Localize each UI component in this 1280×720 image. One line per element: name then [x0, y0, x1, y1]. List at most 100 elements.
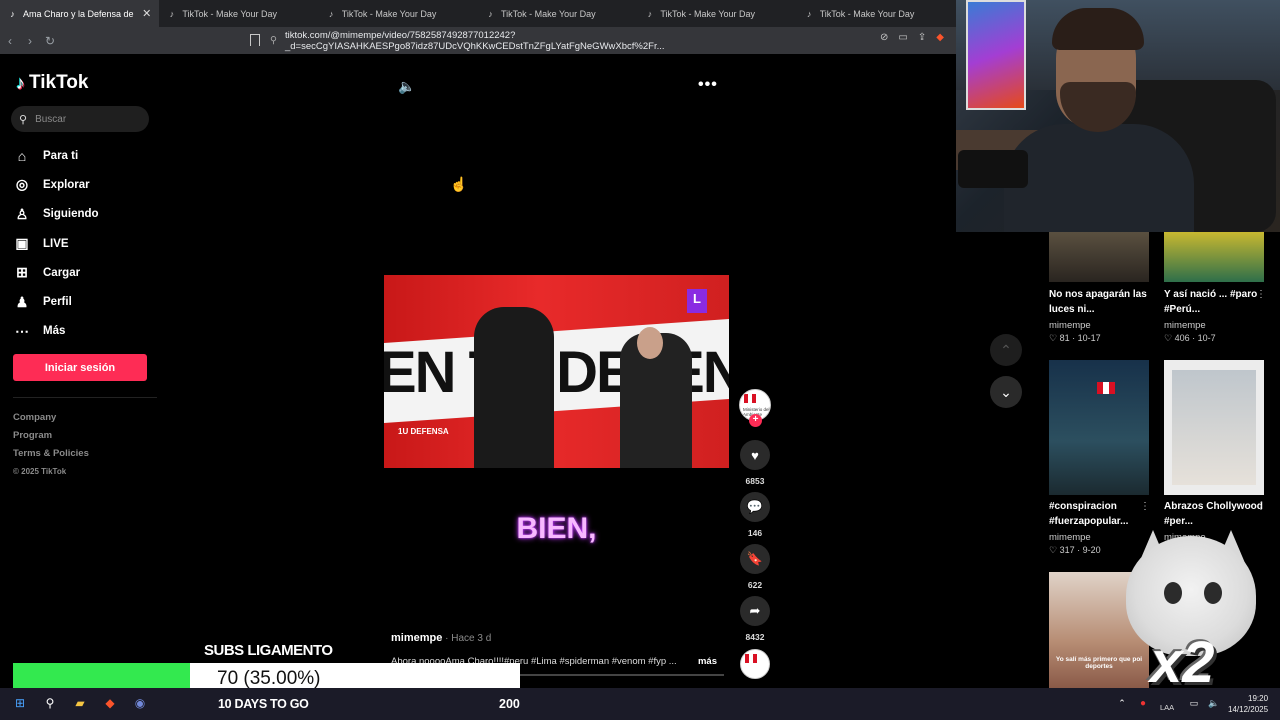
file-explorer-icon[interactable]: ▰ — [70, 693, 90, 713]
card-user[interactable]: mimempe — [1164, 320, 1206, 331]
tab-label: TikTok - Make Your Day — [660, 8, 756, 19]
tiktok-favicon-icon: ♪ — [328, 8, 334, 19]
card-menu-icon[interactable]: ⋮ — [1256, 501, 1266, 512]
heart-outline-icon: ♡ — [1049, 545, 1060, 555]
tiktok-favicon-icon: ♪ — [169, 8, 175, 19]
next-video-button[interactable]: ⌄ — [990, 376, 1022, 408]
sidebar-item-para-ti[interactable]: ⌂ Para ti — [13, 141, 163, 170]
back-icon[interactable]: ‹ — [0, 34, 20, 48]
card-user[interactable]: mimempe — [1049, 532, 1091, 543]
footer-link-terms[interactable]: Terms & Policies — [13, 445, 89, 463]
tray-app-icon[interactable]: ● — [1133, 693, 1153, 713]
mouse-cursor-icon: ☝ — [450, 176, 468, 192]
browser-tab[interactable]: ♪ TikTok - Make Your Day — [637, 0, 796, 27]
volume-tray-icon[interactable]: 🔈 — [1204, 693, 1224, 713]
tab-label: Ama Charo y la Defensa de S — [23, 8, 137, 19]
taskbar-clock[interactable]: 19:20 14/12/2025 — [1228, 693, 1268, 715]
discord-icon[interactable]: ◉ — [130, 693, 150, 713]
brand-name: TikTok — [29, 72, 89, 93]
tray-chevron-icon[interactable]: ⌃ — [1112, 693, 1132, 713]
video-thumbnail[interactable] — [1164, 360, 1264, 495]
sidebar-item-siguiendo[interactable]: ♙ Siguiendo — [13, 200, 163, 229]
webcam-microphone — [958, 150, 1028, 188]
browser-tab[interactable]: ♪ TikTok - Make Your Day — [797, 0, 956, 27]
browser-tab-bar: ♪ Ama Charo y la Defensa de S ✕ ♪ TikTok… — [0, 0, 956, 27]
sidebar-item-label: Cargar — [43, 266, 81, 279]
sidebar-item-explorar[interactable]: ◎ Explorar — [13, 170, 163, 199]
video-figure-right-head — [637, 327, 663, 359]
sidebar-divider — [13, 397, 157, 398]
forward-icon[interactable]: › — [20, 34, 40, 48]
screen: ♪ Ama Charo y la Defensa de S ✕ ♪ TikTok… — [0, 0, 1280, 720]
footer-copyright: © 2025 TikTok — [13, 467, 67, 476]
sidebar-item-live[interactable]: ▣ LIVE — [13, 229, 163, 258]
share-icon[interactable]: ⇪ — [918, 32, 926, 43]
brave-browser-icon[interactable]: ◆ — [100, 693, 120, 713]
brave-shield-icon[interactable]: ◆ — [936, 32, 944, 43]
url-field[interactable]: ⚲ tiktok.com/@mimempe/video/758258749287… — [270, 29, 880, 52]
footer-link-company[interactable]: Company — [13, 409, 89, 427]
close-tab-icon[interactable]: ✕ — [142, 7, 151, 20]
sidebar-item-mas[interactable]: ⋯ Más — [13, 317, 163, 346]
share-button[interactable]: ➦ — [740, 596, 770, 626]
browser-toolbar-icons: ⊘ ▭ ⇪ ◆ — [880, 32, 944, 43]
card-title[interactable]: No nos apagarán las luces ni... — [1049, 287, 1157, 317]
video-thumbnail[interactable] — [1049, 360, 1149, 495]
more-options-icon[interactable]: ••• — [698, 76, 718, 94]
sidebar-item-label: LIVE — [43, 237, 69, 250]
like-count: 317 — [1059, 545, 1075, 555]
like-count: 81 — [1059, 333, 1070, 343]
no-image-icon[interactable]: ⊘ — [880, 32, 888, 43]
sidebar-item-label: Más — [43, 325, 66, 338]
search-input[interactable]: ⚲ Buscar — [11, 106, 149, 132]
sidebar-item-perfil[interactable]: ♟ Perfil — [13, 287, 163, 316]
taskbar-search-icon[interactable]: ⚲ — [40, 693, 60, 713]
chevron-down-icon: ⌄ — [1000, 383, 1012, 400]
save-count: 622 — [747, 580, 763, 590]
more-link[interactable]: más — [698, 656, 717, 667]
follow-plus-icon[interactable]: + — [749, 414, 762, 427]
url-text: tiktok.com/@mimempe/video/75825874928770… — [284, 29, 665, 52]
video-player[interactable]: EN TU DEFEN L 1U DEFENSA — [384, 275, 729, 468]
windows-taskbar — [0, 688, 1280, 720]
comment-button[interactable]: 💬 — [740, 492, 770, 522]
volume-icon[interactable]: 🔈 — [398, 78, 415, 95]
sidebar-item-cargar[interactable]: ⊞ Cargar — [13, 258, 163, 287]
browser-tab-active[interactable]: ♪ Ama Charo y la Defensa de S ✕ — [0, 0, 160, 27]
previous-video-button[interactable]: ⌃ — [990, 334, 1022, 366]
webcam-person-body — [1004, 124, 1194, 232]
heart-outline-icon: ♡ — [1049, 333, 1060, 343]
tab-label: TikTok - Make Your Day — [182, 8, 278, 19]
more-dots-icon: ⋯ — [15, 322, 29, 339]
photo-frame — [1172, 370, 1256, 485]
language-indicator[interactable]: LAA — [1160, 703, 1174, 712]
share-count: 8432 — [745, 632, 765, 642]
author-name[interactable]: mimempe — [391, 632, 442, 644]
streamer-webcam — [956, 0, 1280, 232]
footer-link-program[interactable]: Program — [13, 427, 89, 445]
tiktok-favicon-icon: ♪ — [10, 8, 15, 19]
site-info-icon[interactable]: ⚲ — [270, 35, 277, 46]
card-menu-icon[interactable]: ⋮ — [1256, 289, 1266, 300]
like-button[interactable]: ♥ — [740, 440, 770, 470]
music-avatar[interactable] — [740, 649, 770, 679]
windows-start-icon[interactable]: ⊞ — [10, 693, 30, 713]
video-thumbnail[interactable] — [1164, 232, 1264, 282]
card-user[interactable]: mimempe — [1049, 320, 1091, 331]
network-icon[interactable]: ▭ — [1184, 693, 1204, 713]
channel-logo: L — [687, 289, 707, 313]
bookmark-icon[interactable] — [250, 34, 260, 46]
browser-tab[interactable]: ♪ TikTok - Make Your Day — [319, 0, 478, 27]
browser-tab[interactable]: ♪ TikTok - Make Your Day — [478, 0, 637, 27]
video-thumbnail[interactable] — [1049, 232, 1149, 282]
compass-icon: ◎ — [15, 176, 29, 193]
cast-icon[interactable]: ▭ — [898, 32, 907, 43]
reload-icon[interactable]: ↻ — [40, 34, 60, 48]
login-button[interactable]: Iniciar sesión — [13, 354, 147, 381]
card-menu-icon[interactable]: ⋮ — [1140, 501, 1150, 512]
browser-tab[interactable]: ♪ TikTok - Make Your Day — [159, 0, 318, 27]
tiktok-logo[interactable]: ♪ TikTok — [16, 72, 88, 94]
video-figure-left — [474, 307, 554, 468]
save-button[interactable]: 🔖 — [740, 544, 770, 574]
goal-days-left: 10 DAYS TO GO — [218, 697, 309, 711]
